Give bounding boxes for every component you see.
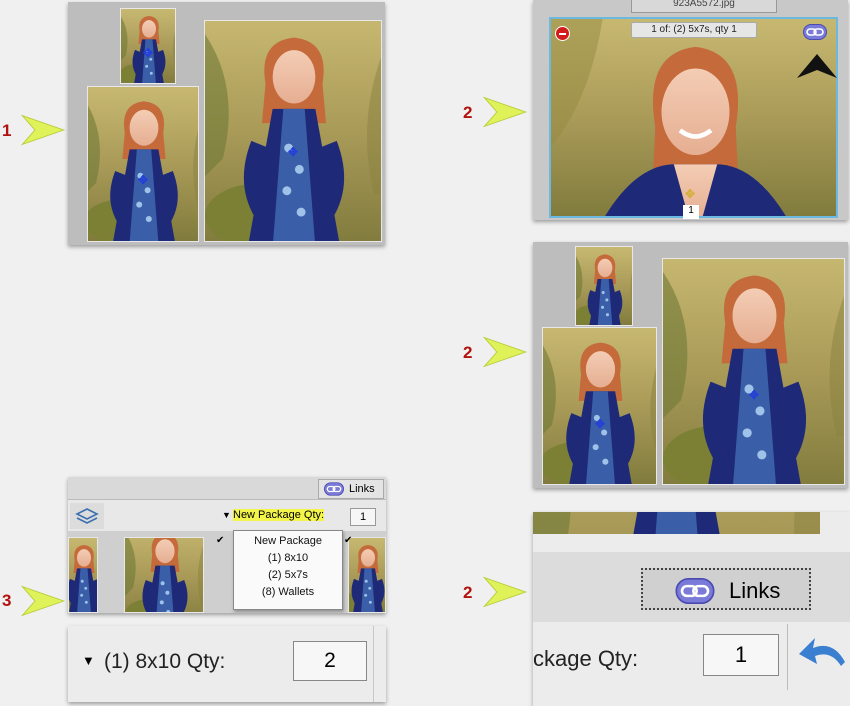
arrow-icon xyxy=(20,112,66,148)
step-number-2: 2 xyxy=(463,583,473,602)
divider xyxy=(787,624,788,690)
menu-item-8x10[interactable]: (1) 8x10 xyxy=(234,550,342,567)
cursor-arrow-icon xyxy=(797,54,837,78)
link-icon xyxy=(324,482,344,496)
print-info-label: 1 of: (2) 5x7s, qty 1 xyxy=(631,22,757,38)
qty-input[interactable]: 2 xyxy=(293,641,367,681)
links-button[interactable]: Links xyxy=(318,479,384,499)
divider xyxy=(373,626,374,702)
editor-panel: 923A5572.jpg 1 of: (2) 5x7s, qty 1 1 ✥ xyxy=(533,0,848,220)
arrow-icon xyxy=(482,94,528,130)
package-qty-label[interactable]: New Package Qty: xyxy=(233,509,325,521)
remove-icon[interactable] xyxy=(555,26,570,41)
photo-wallet[interactable]: ✥ xyxy=(120,8,176,84)
arrow-icon xyxy=(482,334,528,370)
dropdown-arrow-icon[interactable]: ▼ xyxy=(222,510,231,520)
photo-5x7[interactable]: ✥ xyxy=(542,327,657,485)
links-zoom-panel: Links ckage Qty: 1 xyxy=(533,512,850,706)
qty-label[interactable]: (1) 8x10 Qty: xyxy=(104,650,225,674)
move-crosshair-icon[interactable]: ✥ xyxy=(749,389,759,401)
move-crosshair-icon[interactable]: ✥ xyxy=(595,418,605,430)
collage-panel-1: ✥ ✥ ✥ xyxy=(68,2,385,245)
photo-8x10[interactable]: ✥ xyxy=(662,258,845,485)
photo-8x10[interactable]: ✥ xyxy=(204,20,382,242)
package-dropdown-menu[interactable]: New Package (1) 8x10 (2) 5x7s (8) Wallet… xyxy=(233,530,343,610)
package-qty-input[interactable]: 1 xyxy=(703,634,779,676)
thumbnail[interactable] xyxy=(348,537,386,613)
photo-badge: 1 xyxy=(683,205,699,219)
move-crosshair-icon[interactable]: ✥ xyxy=(288,146,298,158)
thumbnail[interactable] xyxy=(124,537,204,613)
undo-icon[interactable] xyxy=(799,636,847,670)
package-qty-label[interactable]: ckage Qty: xyxy=(533,646,638,672)
photo-strip xyxy=(533,512,820,534)
thumbnail[interactable] xyxy=(68,537,98,613)
collage-panel-2: ✥ ✥ xyxy=(533,242,848,488)
step-number-2: 2 xyxy=(463,343,473,362)
step-number-3: 3 xyxy=(2,591,12,610)
menu-item-5x7s[interactable]: (2) 5x7s xyxy=(234,567,342,584)
move-crosshair-icon[interactable]: ✥ xyxy=(138,174,148,186)
link-icon[interactable] xyxy=(803,24,827,40)
links-label: Links xyxy=(729,578,781,603)
step-number-1: 1 xyxy=(2,121,12,140)
filename-label: 923A5572.jpg xyxy=(673,0,735,9)
menu-item-wallets[interactable]: (8) Wallets xyxy=(234,584,342,601)
package-toolbar-panel: Links ▼ New Package Qty: 1 ✔ ✔ New Packa… xyxy=(68,477,386,613)
filename-tab: 923A5572.jpg xyxy=(631,0,777,13)
check-icon: ✔ xyxy=(344,535,353,546)
photo-5x7[interactable]: ✥ xyxy=(87,86,199,242)
arrow-icon xyxy=(20,583,66,619)
layers-icon xyxy=(75,508,99,524)
link-icon xyxy=(675,578,715,604)
arrow-icon xyxy=(482,574,528,610)
package-qty-input[interactable]: 1 xyxy=(350,508,376,526)
dropdown-arrow-icon[interactable]: ▼ xyxy=(82,653,95,668)
links-label: Links xyxy=(349,483,375,495)
move-crosshair-icon[interactable]: ✥ xyxy=(143,47,153,59)
links-button[interactable]: Links xyxy=(641,568,811,610)
layers-button[interactable] xyxy=(70,503,104,529)
qty-zoom-panel: ▼ (1) 8x10 Qty: 2 xyxy=(68,626,386,702)
step-number-2: 2 xyxy=(463,103,473,122)
menu-item-new-package[interactable]: New Package xyxy=(234,533,342,550)
move-crosshair-icon[interactable]: ✥ xyxy=(685,188,695,200)
badge-number: 1 xyxy=(688,205,694,216)
check-icon: ✔ xyxy=(216,535,225,546)
photo-wallet[interactable] xyxy=(575,246,633,326)
